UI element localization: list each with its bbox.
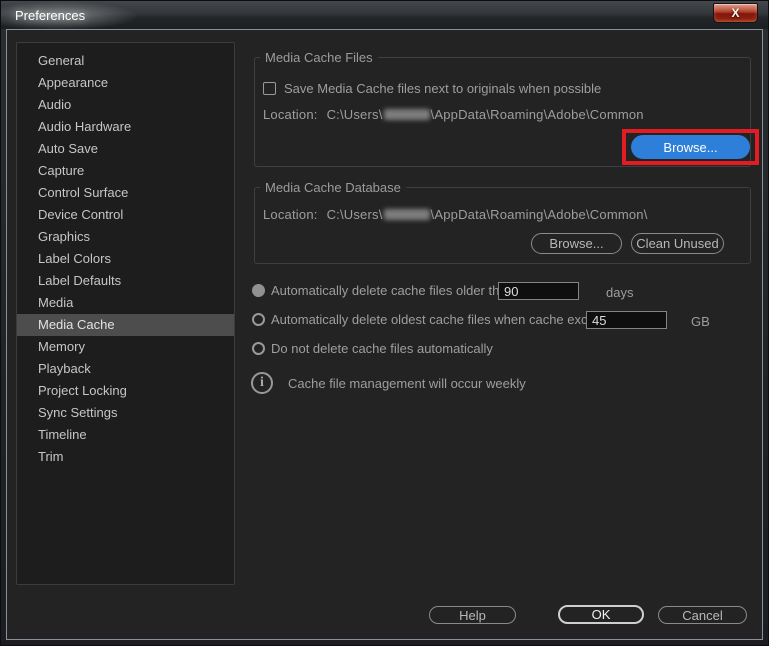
- save-next-to-originals-label: Save Media Cache files next to originals…: [284, 81, 601, 96]
- sidebar-item-appearance[interactable]: Appearance: [17, 72, 234, 94]
- cache-files-location-prefix: C:\Users\: [327, 107, 383, 122]
- cache-database-location: Location: C:\Users\ \AppData\Roaming\Ado…: [263, 207, 648, 222]
- info-icon: i: [251, 372, 273, 394]
- sidebar-item-trim[interactable]: Trim: [17, 446, 234, 468]
- sidebar-item-media-cache[interactable]: Media Cache: [17, 314, 234, 336]
- sidebar-item-general[interactable]: General: [17, 50, 234, 72]
- cache-database-location-prefix: C:\Users\: [327, 207, 383, 222]
- cache-files-location-label: Location:: [263, 107, 318, 122]
- delete-when-exceeds-label: Automatically delete oldest cache files …: [271, 312, 619, 327]
- days-unit-label: days: [606, 285, 633, 300]
- cache-database-location-label: Location:: [263, 207, 318, 222]
- info-note: i Cache file management will occur weekl…: [251, 372, 526, 394]
- save-next-to-originals-row[interactable]: Save Media Cache files next to originals…: [263, 81, 601, 96]
- sidebar-item-device-control[interactable]: Device Control: [17, 204, 234, 226]
- do-not-delete-option[interactable]: Do not delete cache files automatically: [252, 341, 493, 356]
- delete-when-exceeds-option[interactable]: Automatically delete oldest cache files …: [252, 312, 619, 327]
- media-cache-files-title: Media Cache Files: [260, 50, 378, 65]
- redacted-username: [384, 209, 430, 220]
- delete-older-than-label: Automatically delete cache files older t…: [271, 283, 517, 298]
- gb-input[interactable]: [586, 311, 667, 329]
- close-button[interactable]: X: [713, 3, 758, 23]
- sidebar-item-label-colors[interactable]: Label Colors: [17, 248, 234, 270]
- sidebar-item-sync-settings[interactable]: Sync Settings: [17, 402, 234, 424]
- do-not-delete-label: Do not delete cache files automatically: [271, 341, 493, 356]
- delete-older-than-option[interactable]: Automatically delete cache files older t…: [252, 283, 517, 298]
- sidebar-item-project-locking[interactable]: Project Locking: [17, 380, 234, 402]
- gb-unit-label: GB: [691, 314, 710, 329]
- sidebar-item-media[interactable]: Media: [17, 292, 234, 314]
- info-text: Cache file management will occur weekly: [288, 376, 526, 391]
- sidebar-item-memory[interactable]: Memory: [17, 336, 234, 358]
- sidebar-item-timeline[interactable]: Timeline: [17, 424, 234, 446]
- sidebar-item-audio[interactable]: Audio: [17, 94, 234, 116]
- sidebar-item-control-surface[interactable]: Control Surface: [17, 182, 234, 204]
- category-list: General Appearance Audio Audio Hardware …: [16, 42, 235, 585]
- cache-database-location-suffix: \AppData\Roaming\Adobe\Common\: [431, 207, 648, 222]
- cancel-button[interactable]: Cancel: [658, 606, 747, 624]
- redacted-username: [384, 109, 430, 120]
- days-input[interactable]: [498, 282, 579, 300]
- window-title: Preferences: [15, 8, 85, 23]
- sidebar-item-graphics[interactable]: Graphics: [17, 226, 234, 248]
- title-bar[interactable]: Preferences X: [1, 1, 768, 29]
- sidebar-item-auto-save[interactable]: Auto Save: [17, 138, 234, 160]
- radio-unselected-icon[interactable]: [252, 313, 265, 326]
- sidebar-item-playback[interactable]: Playback: [17, 358, 234, 380]
- close-icon: X: [731, 7, 739, 19]
- preferences-dialog: Preferences X General Appearance Audio A…: [0, 0, 769, 646]
- save-next-to-originals-checkbox[interactable]: [263, 82, 276, 95]
- cache-files-location: Location: C:\Users\ \AppData\Roaming\Ado…: [263, 107, 644, 122]
- cache-files-location-suffix: \AppData\Roaming\Adobe\Common: [431, 107, 644, 122]
- sidebar-item-audio-hardware[interactable]: Audio Hardware: [17, 116, 234, 138]
- browse-cache-files-button[interactable]: Browse...: [631, 135, 750, 159]
- media-cache-database-title: Media Cache Database: [260, 180, 406, 195]
- clean-unused-button[interactable]: Clean Unused: [631, 233, 724, 254]
- radio-unselected-icon[interactable]: [252, 342, 265, 355]
- sidebar-item-capture[interactable]: Capture: [17, 160, 234, 182]
- sidebar-item-label-defaults[interactable]: Label Defaults: [17, 270, 234, 292]
- browse-database-button[interactable]: Browse...: [531, 233, 622, 254]
- radio-selected-icon[interactable]: [252, 284, 265, 297]
- dialog-body: General Appearance Audio Audio Hardware …: [6, 29, 763, 640]
- help-button[interactable]: Help: [429, 606, 516, 624]
- ok-button[interactable]: OK: [558, 605, 644, 624]
